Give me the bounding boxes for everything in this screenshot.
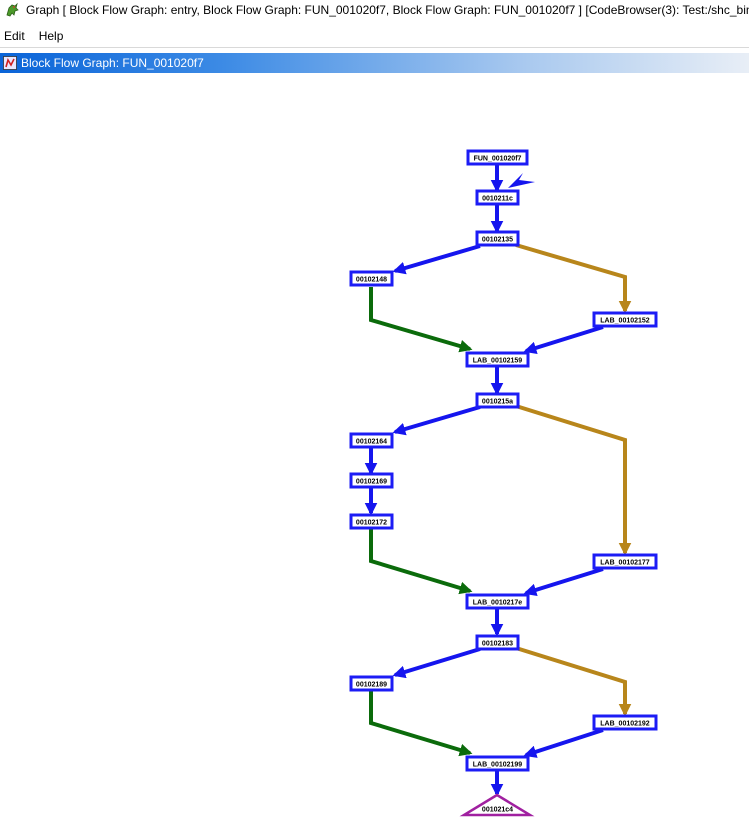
view-titlebar[interactable]: Block Flow Graph: FUN_001020f7 [0, 53, 749, 73]
graph-node[interactable]: 00102135 [475, 230, 520, 247]
menu-help[interactable]: Help [31, 29, 70, 43]
graph-node[interactable]: LAB_00102177 [592, 553, 658, 570]
edge-conditional-true [369, 529, 473, 595]
svg-text:LAB_00102159: LAB_00102159 [473, 358, 523, 365]
graph-node[interactable]: 00102148 [349, 270, 394, 287]
svg-text:00102189: 00102189 [356, 682, 387, 689]
edge-conditional-true [369, 691, 473, 757]
svg-text:00102164: 00102164 [356, 439, 387, 446]
graph-node[interactable]: LAB_0010217e [465, 593, 530, 610]
graph-node[interactable]: 00102183 [475, 634, 520, 651]
graph-node[interactable]: LAB_00102159 [465, 351, 530, 368]
edge-fallthrough [523, 567, 604, 597]
graph-node[interactable]: 00102164 [349, 432, 394, 449]
menu-bar: Edit Help [0, 26, 749, 46]
graph-node[interactable]: LAB_00102199 [465, 755, 530, 772]
edge-conditional-false [515, 243, 632, 314]
edge-fallthrough [523, 325, 604, 355]
graph-node[interactable]: FUN_001020f7 [466, 149, 529, 166]
window-titlebar: Graph [ Block Flow Graph: entry, Block F… [0, 0, 749, 20]
svg-text:00102169: 00102169 [356, 479, 387, 486]
entry-arrow-icon [508, 173, 535, 188]
svg-text:FUN_001020f7: FUN_001020f7 [474, 156, 522, 163]
graph-node[interactable]: 0010215a [475, 392, 520, 409]
block-flow-graph[interactable]: FUN_001020f7 0010211c 00102135 00102148 … [0, 74, 749, 830]
svg-text:LAB_00102177: LAB_00102177 [600, 560, 650, 567]
menu-edit[interactable]: Edit [0, 29, 31, 43]
svg-text:LAB_0010217e: LAB_0010217e [473, 600, 523, 607]
graph-nodes: FUN_001020f7 0010211c 00102135 00102148 … [349, 149, 658, 817]
graph-node[interactable]: LAB_00102192 [592, 714, 658, 731]
view-title: Block Flow Graph: FUN_001020f7 [21, 56, 204, 70]
svg-text:00102183: 00102183 [482, 641, 513, 648]
graph-node[interactable]: 0010211c [475, 189, 520, 206]
menu-separator [0, 47, 749, 48]
graph-exit-node[interactable]: 001021c4 [459, 793, 535, 817]
window-title: Graph [ Block Flow Graph: entry, Block F… [26, 3, 749, 17]
edge-fallthrough [523, 728, 604, 758]
svg-text:00102172: 00102172 [356, 520, 387, 527]
graph-edges [364, 165, 632, 797]
svg-text:00102135: 00102135 [482, 237, 513, 244]
graph-node[interactable]: 00102172 [349, 513, 394, 530]
svg-text:LAB_00102192: LAB_00102192 [600, 721, 650, 728]
edge-conditional-true [392, 244, 481, 275]
edge-conditional-true [392, 647, 481, 679]
svg-text:001021c4: 001021c4 [482, 807, 513, 814]
svg-text:00102148: 00102148 [356, 277, 387, 284]
ghidra-dragon-icon [6, 2, 19, 17]
graph-node[interactable]: 00102169 [349, 472, 394, 489]
graph-node[interactable]: 00102189 [349, 675, 394, 692]
edge-conditional-true [392, 405, 481, 436]
graph-view-icon [3, 56, 17, 70]
edge-conditional-false [515, 646, 632, 717]
edge-conditional-false [515, 404, 632, 556]
svg-text:0010211c: 0010211c [482, 196, 513, 203]
svg-text:LAB_00102152: LAB_00102152 [600, 318, 650, 325]
edge-conditional-true [369, 287, 473, 353]
svg-text:0010215a: 0010215a [482, 399, 513, 406]
svg-text:LAB_00102199: LAB_00102199 [473, 762, 523, 769]
graph-node[interactable]: LAB_00102152 [592, 311, 658, 328]
